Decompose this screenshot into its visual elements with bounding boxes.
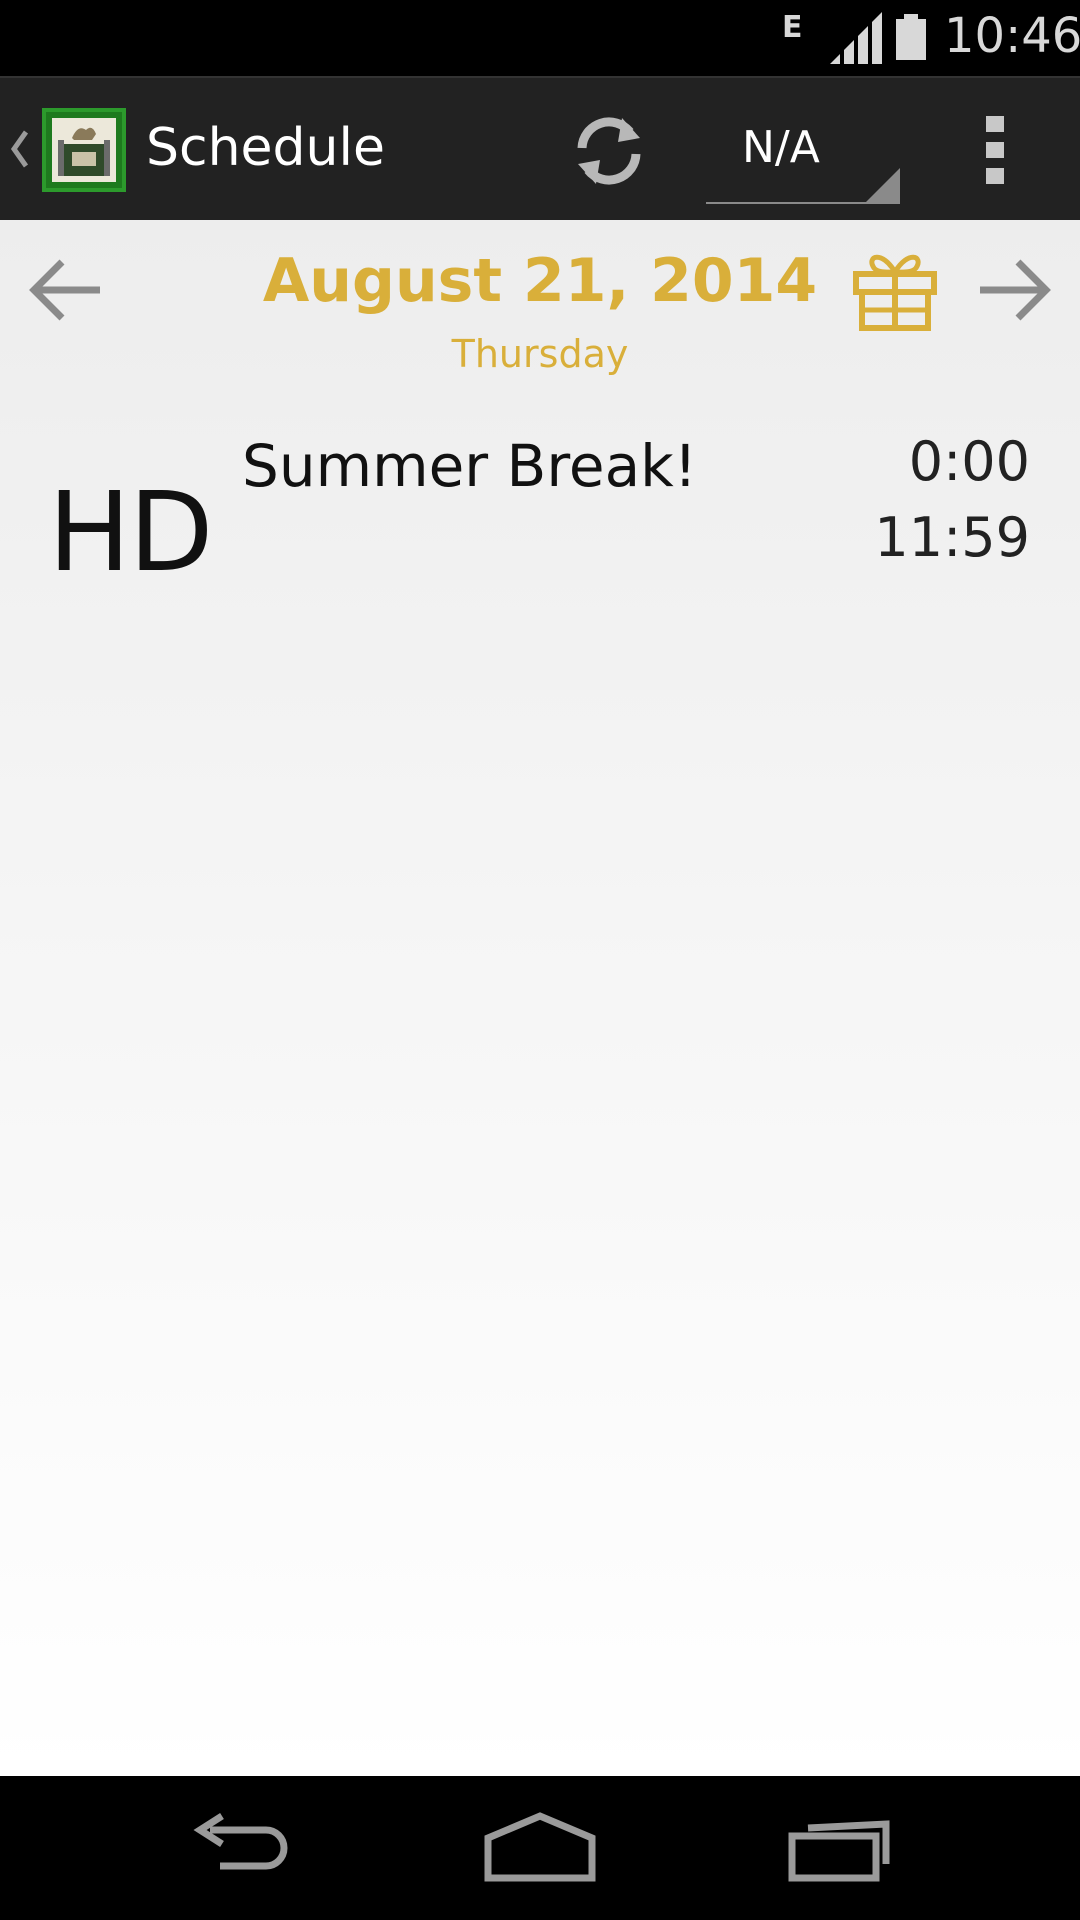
app-logo-crest xyxy=(52,118,116,182)
system-nav-bar xyxy=(0,1776,1080,1920)
start-time: 0:00 xyxy=(908,430,1030,493)
overflow-dot xyxy=(986,142,1004,158)
schedule-row[interactable]: HD Summer Break! 0:00 11:59 xyxy=(0,420,1080,596)
school-crest-icon xyxy=(58,127,110,176)
period-code: HD xyxy=(48,468,213,596)
status-bar: E 10:46 xyxy=(0,0,1080,76)
schedule-content: August 21, 2014 Thursday HD Summer Break… xyxy=(0,220,1080,1776)
recents-icon[interactable] xyxy=(782,1810,902,1886)
dropdown-underline xyxy=(706,202,900,204)
signal-icon xyxy=(830,12,882,64)
refresh-icon[interactable] xyxy=(566,108,652,194)
overflow-dot xyxy=(986,168,1004,184)
term-selector-dropdown[interactable]: N/A xyxy=(706,98,900,210)
date-weekday: Thursday xyxy=(451,332,629,376)
arrow-right-icon[interactable] xyxy=(974,250,1054,330)
action-bar: Schedule N/A xyxy=(0,76,1080,222)
up-caret-icon[interactable] xyxy=(8,124,32,174)
event-name: Summer Break! xyxy=(242,432,697,500)
screen: E 10:46 Schedule N/A August 21, 2014 Thu… xyxy=(0,0,1080,1920)
home-icon[interactable] xyxy=(480,1810,600,1886)
gift-icon[interactable] xyxy=(852,246,938,332)
dropdown-corner-icon xyxy=(864,168,900,204)
app-logo[interactable] xyxy=(42,108,126,192)
end-time: 11:59 xyxy=(874,506,1030,569)
overflow-dot xyxy=(986,116,1004,132)
back-icon[interactable] xyxy=(180,1810,300,1886)
network-type-label: E xyxy=(782,10,803,45)
status-time: 10:46 xyxy=(944,8,1080,64)
term-selector-value: N/A xyxy=(742,122,820,173)
battery-icon xyxy=(896,14,926,60)
overflow-menu-icon[interactable] xyxy=(976,116,1016,186)
action-bar-title: Schedule xyxy=(146,118,385,178)
